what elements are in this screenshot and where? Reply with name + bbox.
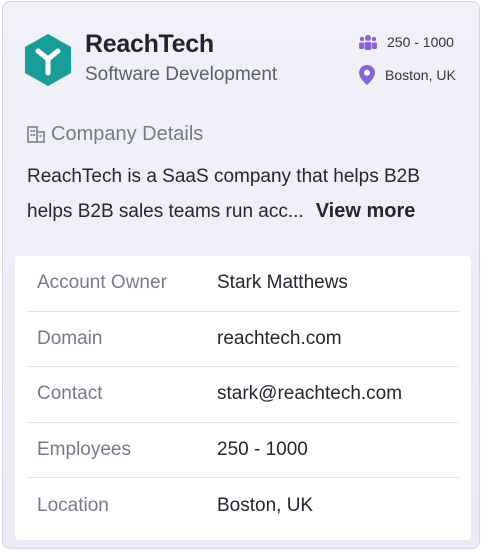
contact-label: Contact xyxy=(37,383,103,405)
description-line-2: helps B2B sales teams run acc... xyxy=(27,201,304,222)
details-table: Account Owner Stark Matthews Domain reac… xyxy=(15,256,471,540)
table-row: Location Boston, UK xyxy=(27,478,459,534)
company-details-title: Company Details xyxy=(51,123,204,145)
location-pin-icon xyxy=(359,65,375,85)
location-label: Location xyxy=(37,495,109,517)
employee-range: 250 - 1000 xyxy=(359,34,454,50)
company-card: ReachTech Software Development 250 - 100… xyxy=(2,1,480,549)
location-meta-text: Boston, UK xyxy=(385,67,456,83)
view-more-link[interactable]: View more xyxy=(316,200,416,222)
location-value: Boston, UK xyxy=(217,495,314,517)
employee-range-text: 250 - 1000 xyxy=(387,34,454,50)
building-icon xyxy=(27,126,45,143)
company-description: ReachTech is a SaaS company that helps B… xyxy=(27,160,457,229)
table-row: Employees 250 - 1000 xyxy=(27,423,459,479)
domain-value[interactable]: reachtech.com xyxy=(217,328,342,350)
description-line-1: ReachTech is a SaaS company that helps B… xyxy=(27,166,420,187)
table-row: Contact stark@reachtech.com xyxy=(27,367,459,423)
employees-label: Employees xyxy=(37,439,131,461)
table-row: Account Owner Stark Matthews xyxy=(27,256,459,312)
location-meta: Boston, UK xyxy=(359,65,456,85)
reachtech-logo-icon xyxy=(25,34,71,86)
table-row: Domain reachtech.com xyxy=(27,312,459,368)
contact-value[interactable]: stark@reachtech.com xyxy=(217,383,402,405)
account-owner-label: Account Owner xyxy=(37,272,167,294)
account-owner-value: Stark Matthews xyxy=(217,272,348,294)
description-line-2-wrap: helps B2B sales teams run acc... View mor… xyxy=(27,194,457,229)
company-name: ReachTech xyxy=(85,30,214,58)
company-category: Software Development xyxy=(85,64,278,85)
company-details-heading: Company Details xyxy=(27,123,203,146)
people-icon xyxy=(359,35,377,50)
domain-label: Domain xyxy=(37,327,103,349)
employees-value: 250 - 1000 xyxy=(217,439,308,461)
